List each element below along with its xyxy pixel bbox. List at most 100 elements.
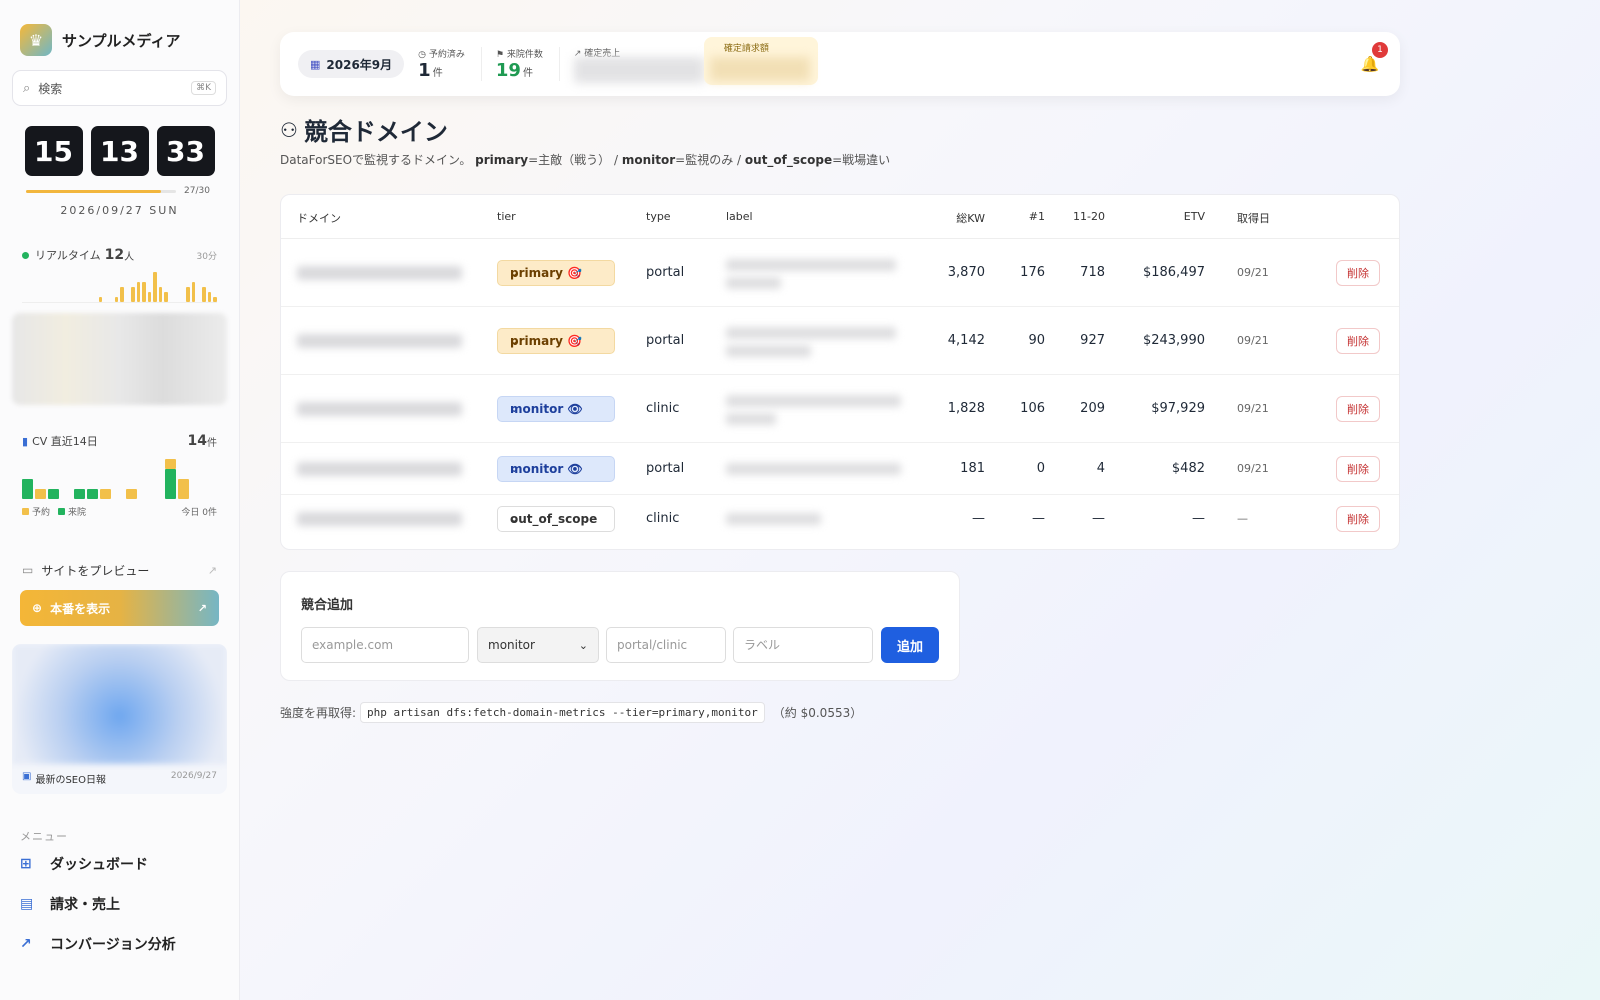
tier-select[interactable]: monitor 👁 ⌄ (497, 456, 615, 482)
rank1-cell: — (1032, 511, 1045, 526)
menu-item-conversion[interactable]: ↗ コンバージョン分析 (12, 924, 227, 964)
users-icon: ⚇ (280, 117, 298, 142)
realtime-bar (191, 282, 195, 302)
realtime-bar (142, 282, 146, 302)
flip-clock: 15 13 33 (12, 126, 227, 176)
realtime-unit: 人 (124, 251, 135, 263)
label-input[interactable] (733, 627, 873, 663)
delete-button[interactable]: 削除 (1336, 506, 1380, 532)
label-blurred (726, 413, 776, 425)
chevron-down-icon: ⌄ (510, 267, 519, 279)
search-input[interactable]: ⌕ 検索 ⌘K (12, 70, 227, 106)
col-fetched-date: 取得日 (1237, 212, 1270, 225)
label-blurred (726, 513, 821, 525)
realtime-bar (153, 272, 157, 302)
realtime-header: リアルタイム 12 人 30分 (12, 247, 227, 263)
col-domain: ドメイン (297, 212, 341, 225)
col-tier: tier (497, 210, 516, 223)
type-input[interactable] (606, 627, 726, 663)
production-button[interactable]: ⊕ 本番を表示 ↗ (20, 590, 219, 626)
realtime-bar (213, 297, 217, 302)
type-cell: portal (646, 461, 685, 476)
tier-select[interactable]: monitor 👁 ⌄ (497, 396, 615, 422)
kpi-sales-blurred-value (573, 57, 704, 83)
menu-item-label: 請求・売上 (50, 897, 120, 913)
tier-select[interactable]: primary 🎯 ⌄ (497, 260, 615, 286)
month-progress: 27/30 (12, 186, 227, 196)
sidebar: ♛ サンプルメディア ⌕ 検索 ⌘K 15 13 33 27/30 2026/0… (0, 0, 240, 1000)
tier-value: out_of_scope (510, 512, 598, 526)
cv-visit-segment (22, 479, 33, 499)
subtitle-monitor: monitor (621, 153, 676, 167)
rank1-cell: 90 (1028, 333, 1045, 348)
realtime-span: 30分 (196, 251, 217, 262)
seo-report-caption: ▣ 最新のSEO日報 2026/9/27 (22, 771, 217, 786)
cv-visit-segment (87, 489, 98, 499)
cv-day-bar (87, 489, 98, 499)
realtime-label: リアルタイム (35, 249, 101, 262)
cv-visit-segment (165, 469, 176, 499)
kpi-reserved-number: 1 (418, 60, 431, 81)
rank-11-20-cell: 718 (1080, 265, 1105, 280)
cv-total: 14 (187, 433, 207, 449)
domain-input[interactable] (301, 627, 469, 663)
delete-button[interactable]: 削除 (1336, 260, 1380, 286)
bar-chart-icon: ▮ (22, 434, 29, 448)
menu-item-billing[interactable]: ▤ 請求・売上 (12, 884, 227, 924)
table-header: ドメイン tier type label 総KW #1 11-20 ETV 取得… (281, 195, 1399, 239)
seo-report-card[interactable]: ▣ 最新のSEO日報 2026/9/27 (12, 644, 227, 794)
bell-icon: 🔔 (1360, 55, 1380, 73)
col-rank1: #1 (1028, 210, 1045, 223)
cv-today: 今日 0件 (181, 508, 217, 518)
notifications-button[interactable]: 🔔 1 (1358, 42, 1388, 76)
tier-select-value: monitor (488, 638, 535, 652)
grid-icon: ⊞ (20, 856, 32, 872)
realtime-bar (114, 297, 119, 302)
site-preview-link[interactable]: ▭ サイトをプレビュー ↗ (12, 554, 227, 586)
kpi-invoice: 確定請求額 (703, 37, 818, 85)
kpi-visits-label: ⚑ 来院件数 (495, 50, 543, 60)
cv-visit-segment (74, 489, 85, 499)
hint-prefix: 強度を再取得: (280, 706, 357, 720)
rank1-cell: 176 (1020, 265, 1045, 280)
realtime-bar (147, 292, 152, 302)
realtime-chart (22, 267, 217, 303)
delete-button[interactable]: 削除 (1336, 328, 1380, 354)
cv-legend: 予約 来院 今日 0件 (12, 505, 227, 518)
tier-select[interactable]: primary 🎯 ⌄ (497, 328, 615, 354)
menu-item-label: コンバージョン分析 (50, 937, 176, 953)
live-dot-icon (22, 251, 29, 259)
month-selector[interactable]: ▦ 2026年9月 (298, 50, 405, 78)
tier-value: primary 🎯 (510, 334, 583, 348)
tier-select[interactable]: out_of_scope ⌄ (497, 506, 615, 532)
domain-blurred (297, 462, 462, 476)
competitor-table: ドメイン tier type label 総KW #1 11-20 ETV 取得… (280, 194, 1400, 550)
type-cell: portal (646, 333, 685, 348)
kpi-visits-value: 19 件 (496, 60, 543, 81)
delete-button[interactable]: 削除 (1336, 456, 1380, 482)
page-title-text: 競合ドメイン (303, 118, 448, 146)
total-kw-cell: — (972, 511, 985, 526)
cv-day-bar (165, 459, 176, 499)
subtitle-out-desc: =戦場違い (832, 153, 891, 167)
brand[interactable]: ♛ サンプルメディア (12, 20, 227, 60)
tier-select[interactable]: monitor ⌄ (477, 627, 599, 663)
subtitle-monitor-desc: =監視のみ / (675, 153, 745, 167)
seo-report-thumbnail (12, 644, 227, 764)
add-button[interactable]: 追加 (881, 627, 939, 663)
table-row: monitor 👁 ⌄ portal 181 0 4 $482 09/21 削除 (281, 443, 1399, 495)
etv-cell: $97,929 (1151, 401, 1205, 416)
seo-report-date: 2026/9/27 (170, 771, 217, 781)
col-total-kw: 総KW (956, 212, 985, 225)
menu-item-dashboard[interactable]: ⊞ ダッシュボード (12, 844, 227, 884)
fetched-date-cell: 09/21 (1237, 334, 1269, 347)
cv-day-bar (74, 489, 85, 499)
kpi-invoice-label: 確定請求額 (723, 44, 769, 54)
delete-button[interactable]: 削除 (1336, 396, 1380, 422)
cv-reserve-segment (100, 489, 111, 499)
rank-11-20-cell: — (1092, 511, 1105, 526)
report-icon: ▣ (22, 771, 32, 782)
label-blurred (726, 395, 901, 407)
hint-command[interactable]: php artisan dfs:fetch-domain-metrics --t… (360, 702, 765, 723)
col-label: label (726, 210, 753, 223)
